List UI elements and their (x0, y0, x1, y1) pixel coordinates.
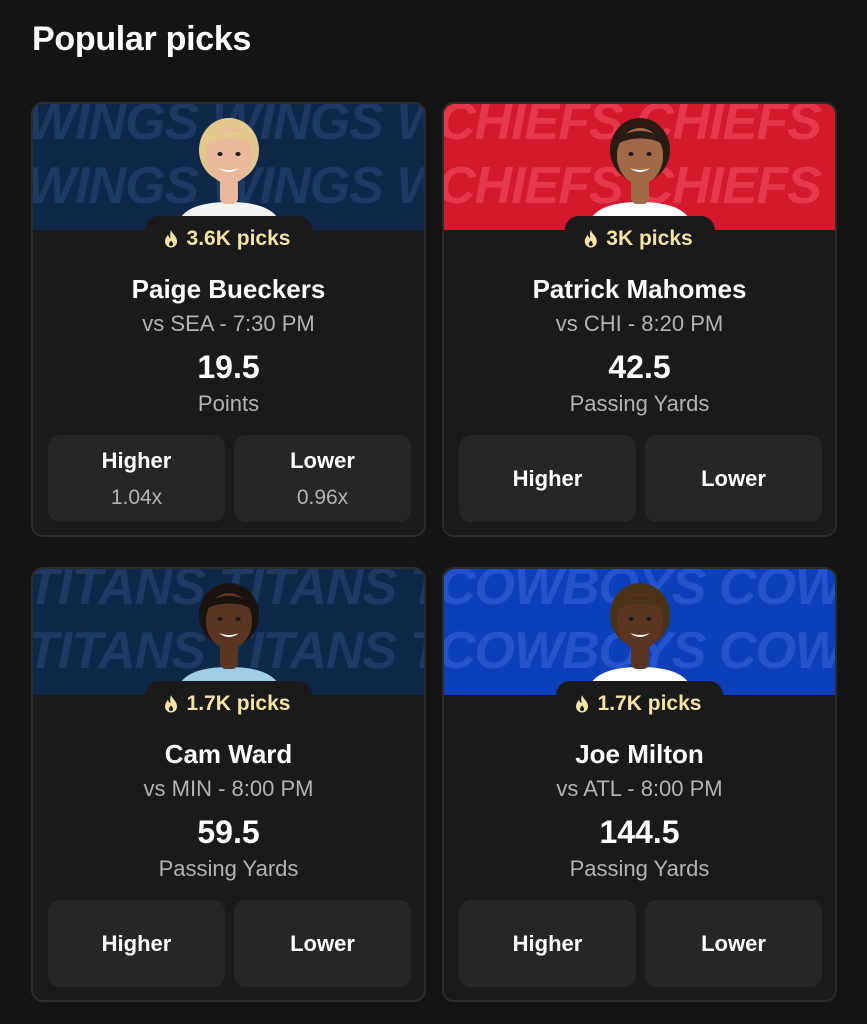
pick-buttons: Higher Lower (459, 435, 822, 522)
flame-icon (584, 230, 597, 248)
player-headshot (581, 577, 699, 695)
player-name: Paige Bueckers (131, 274, 326, 304)
player-card[interactable]: WINGS WINGS WINGS WINGS WINGS WINGS WING… (31, 102, 426, 537)
higher-button[interactable]: Higher 1.04x (48, 435, 225, 522)
projection-line: 19.5 (197, 349, 260, 385)
picks-count: 1.7K picks (186, 692, 291, 715)
picks-count: 3K picks (606, 227, 693, 250)
higher-button[interactable]: Higher (459, 900, 636, 987)
picks-count-badge: 3.6K picks (144, 216, 313, 262)
picks-grid: WINGS WINGS WINGS WINGS WINGS WINGS WING… (31, 102, 837, 1002)
lower-label: Lower (701, 930, 766, 956)
player-card[interactable]: TITANS TITANS TITANS TITANS TITANS TITAN… (31, 567, 426, 1002)
projection-line: 42.5 (608, 349, 671, 385)
higher-label: Higher (512, 930, 583, 956)
stat-type: Passing Yards (569, 856, 710, 881)
higher-label: Higher (512, 465, 583, 491)
popular-picks-screen: Popular picks WINGS WINGS WINGS WINGS WI… (0, 0, 867, 1024)
higher-label: Higher (101, 930, 172, 956)
player-name: Cam Ward (164, 739, 293, 769)
flame-icon (575, 695, 588, 713)
section-title: Popular picks (32, 20, 252, 58)
flame-icon (164, 230, 177, 248)
pick-buttons: Higher Lower (459, 900, 822, 987)
higher-button[interactable]: Higher (48, 900, 225, 987)
picks-count-badge: 1.7K picks (555, 681, 724, 727)
lower-multiplier: 0.96x (296, 485, 349, 509)
game-matchup: vs SEA - 7:30 PM (142, 311, 315, 336)
lower-label: Lower (290, 930, 355, 956)
lower-button[interactable]: Lower (234, 900, 411, 987)
higher-label: Higher (101, 447, 172, 473)
player-headshot (581, 112, 699, 230)
picks-count: 3.6K picks (186, 227, 291, 250)
lower-label: Lower (290, 447, 355, 473)
pick-buttons: Higher 1.04x Lower 0.96x (48, 435, 411, 522)
player-name: Patrick Mahomes (532, 274, 747, 304)
player-name: Joe Milton (575, 739, 704, 769)
game-matchup: vs MIN - 8:00 PM (143, 776, 314, 801)
player-card[interactable]: COWBOYS COWBOYS COWBOYS COWBOYS COWBOYS … (442, 567, 837, 1002)
lower-button[interactable]: Lower (645, 900, 822, 987)
picks-count: 1.7K picks (597, 692, 702, 715)
projection-line: 59.5 (197, 814, 260, 850)
game-matchup: vs ATL - 8:00 PM (556, 776, 723, 801)
lower-button[interactable]: Lower 0.96x (234, 435, 411, 522)
stat-type: Passing Yards (569, 391, 710, 416)
player-silhouette-icon (586, 118, 693, 230)
player-silhouette-icon (175, 118, 282, 230)
lower-label: Lower (701, 465, 766, 491)
flame-icon (164, 695, 177, 713)
player-headshot (170, 577, 288, 695)
higher-button[interactable]: Higher (459, 435, 636, 522)
higher-multiplier: 1.04x (110, 485, 163, 509)
picks-count-badge: 1.7K picks (144, 681, 313, 727)
player-card[interactable]: CHIEFS CHIEFS CHIEFS CHIEFS CHIEFS CHIEF… (442, 102, 837, 537)
lower-button[interactable]: Lower (645, 435, 822, 522)
picks-count-badge: 3K picks (564, 216, 715, 262)
pick-buttons: Higher Lower (48, 900, 411, 987)
player-silhouette-icon (175, 583, 282, 695)
game-matchup: vs CHI - 8:20 PM (555, 311, 724, 336)
projection-line: 144.5 (599, 814, 680, 850)
stat-type: Points (197, 391, 260, 416)
player-silhouette-icon (586, 583, 693, 695)
stat-type: Passing Yards (158, 856, 299, 881)
player-headshot (170, 112, 288, 230)
